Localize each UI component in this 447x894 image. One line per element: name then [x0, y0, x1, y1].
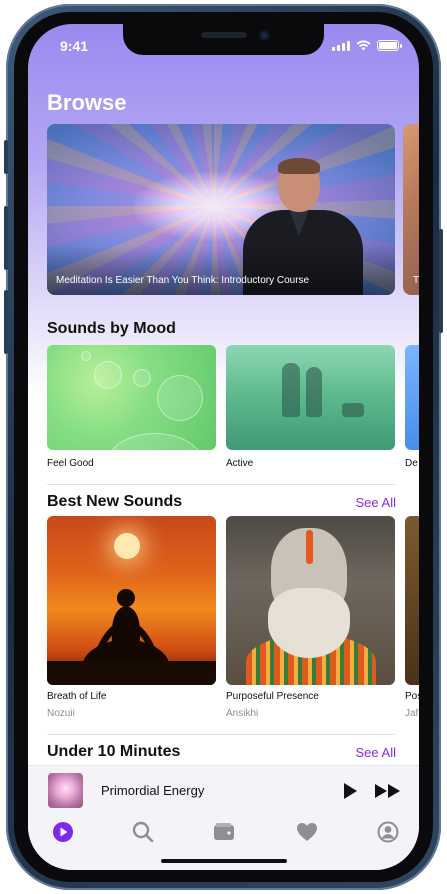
sound-tile-next[interactable]	[405, 516, 419, 685]
status-time: 9:41	[60, 38, 89, 54]
mood-label: De	[405, 458, 418, 469]
mini-player[interactable]: Primordial Energy	[28, 765, 419, 815]
see-all-link[interactable]: See All	[356, 495, 396, 510]
notch	[123, 24, 324, 55]
status-icons	[332, 40, 402, 51]
section-divider	[47, 484, 395, 485]
sound-tile-breath-of-life[interactable]	[47, 516, 216, 685]
section-title-mood: Sounds by Mood	[47, 320, 176, 337]
hero-caption: Meditation Is Easier Than You Think: Int…	[56, 275, 310, 286]
sound-artist: Nozuii	[47, 708, 75, 719]
sound-artist: Jaf	[405, 708, 419, 719]
sound-title: Breath of Life	[47, 691, 107, 702]
volume-up-button	[4, 206, 8, 270]
screen: 9:41 Browse Meditation Is Easier Than Yo…	[28, 24, 419, 870]
play-icon[interactable]	[341, 782, 359, 800]
mood-label: Feel Good	[47, 458, 94, 469]
hero-peek-caption: T	[413, 275, 419, 286]
play-circle-icon[interactable]	[52, 821, 74, 843]
now-playing-title: Primordial Energy	[101, 783, 205, 798]
front-camera	[259, 30, 270, 41]
see-all-link[interactable]: See All	[356, 745, 396, 760]
search-icon[interactable]	[132, 821, 154, 843]
mood-label: Active	[226, 458, 254, 469]
home-indicator[interactable]	[161, 859, 287, 863]
wallet-icon[interactable]	[213, 821, 235, 843]
earpiece-speaker	[201, 32, 247, 38]
action-button	[4, 140, 8, 174]
section-title-under-10: Under 10 Minutes	[47, 743, 181, 760]
cellular-signal-icon	[332, 40, 350, 51]
mood-tile-feel-good[interactable]	[47, 345, 216, 450]
battery-icon	[377, 40, 402, 51]
featured-hero-card-next[interactable]: T	[403, 124, 419, 295]
sound-artist: Ansikhi	[226, 708, 259, 719]
mood-tile-next[interactable]	[405, 345, 419, 450]
fast-forward-icon[interactable]	[374, 782, 402, 800]
profile-icon[interactable]	[377, 821, 399, 843]
section-divider	[47, 734, 395, 735]
page-title: Browse	[47, 90, 127, 115]
sound-title: Pos	[405, 691, 419, 702]
section-title-best-new: Best New Sounds	[47, 493, 183, 510]
now-playing-artwork	[48, 773, 83, 808]
wifi-icon	[356, 40, 371, 51]
volume-down-button	[4, 290, 8, 354]
heart-icon[interactable]	[296, 821, 318, 843]
featured-hero-card[interactable]: Meditation Is Easier Than You Think: Int…	[47, 124, 395, 295]
sound-title: Purposeful Presence	[226, 691, 319, 702]
sound-tile-purposeful-presence[interactable]	[226, 516, 395, 685]
mood-tile-active[interactable]	[226, 345, 395, 450]
power-button	[439, 229, 443, 333]
